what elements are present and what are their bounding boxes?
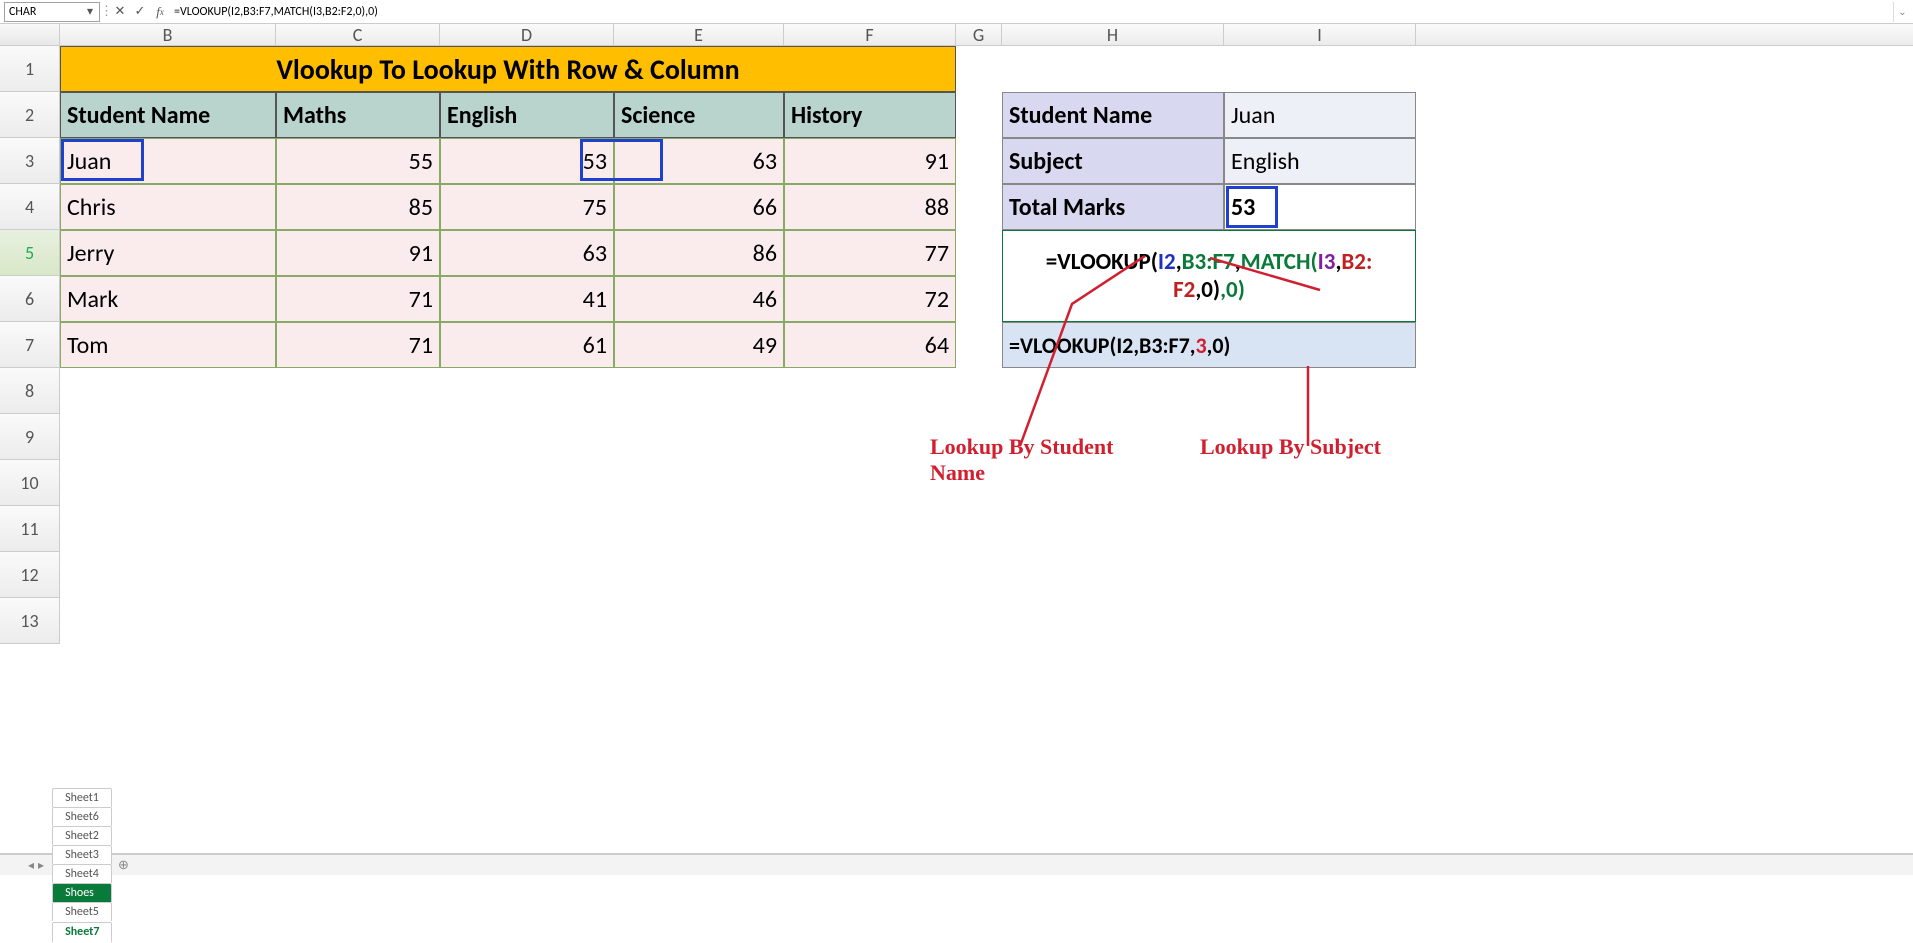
sheet-tab-sheet1[interactable]: Sheet1 xyxy=(52,788,112,807)
table-title[interactable]: Vlookup To Lookup With Row & Column xyxy=(60,46,956,92)
col-header-maths[interactable]: Maths xyxy=(276,92,440,138)
lookup-subject-label[interactable]: Subject xyxy=(1002,138,1224,184)
col-header-I[interactable]: I xyxy=(1224,24,1416,46)
annotation-lookup-subject: Lookup By Subject xyxy=(1200,434,1381,460)
sheet-tab-sheet4[interactable]: Sheet4 xyxy=(52,864,112,883)
fx-icon[interactable]: fx xyxy=(150,2,170,22)
row-header-6[interactable]: 6 xyxy=(0,276,60,322)
column-headers: BCDEFGHI xyxy=(0,24,1913,46)
table-cell[interactable]: 46 xyxy=(614,276,784,322)
col-header-science[interactable]: Science xyxy=(614,92,784,138)
table-cell[interactable]: 88 xyxy=(784,184,956,230)
table-cell[interactable]: Jerry xyxy=(60,230,276,276)
name-box-text: CHAR xyxy=(9,5,36,19)
row-header-2[interactable]: 2 xyxy=(0,92,60,138)
sheet-tab-sheet5[interactable]: Sheet5 xyxy=(52,902,112,921)
separator: ⋮ xyxy=(100,4,110,19)
row-header-3[interactable]: 3 xyxy=(0,138,60,184)
lookup-student-value[interactable]: Juan xyxy=(1224,92,1416,138)
formula-display-1[interactable]: =VLOOKUP(I2,B3:F7,MATCH(I3,B2: F2,0),0) xyxy=(1002,230,1416,322)
sheet-tab-sheet3[interactable]: Sheet3 xyxy=(52,845,112,864)
table-cell[interactable]: 49 xyxy=(614,322,784,368)
table-cell[interactable]: 71 xyxy=(276,276,440,322)
row-header-10[interactable]: 10 xyxy=(0,460,60,506)
table-cell[interactable]: 66 xyxy=(614,184,784,230)
row-header-9[interactable]: 9 xyxy=(0,414,60,460)
table-cell[interactable]: 63 xyxy=(614,138,784,184)
confirm-icon[interactable]: ✓ xyxy=(130,2,150,22)
dropdown-icon[interactable]: ▾ xyxy=(83,5,97,19)
cancel-icon[interactable]: ✕ xyxy=(110,2,130,22)
name-box[interactable]: CHAR ▾ xyxy=(4,2,100,22)
table-cell[interactable]: 86 xyxy=(614,230,784,276)
table-cell[interactable]: 61 xyxy=(440,322,614,368)
row-header-7[interactable]: 7 xyxy=(0,322,60,368)
table-cell[interactable]: 64 xyxy=(784,322,956,368)
table-cell[interactable]: Mark xyxy=(60,276,276,322)
table-cell[interactable]: 63 xyxy=(440,230,614,276)
add-sheet-icon[interactable]: ⊕ xyxy=(113,858,133,873)
sheet-tab-sheet2[interactable]: Sheet2 xyxy=(52,826,112,845)
spreadsheet-grid: BCDEFGHI 12345678910111213 Vlookup To Lo… xyxy=(0,24,1913,854)
formula-2-text: =VLOOKUP(I2,B3:F7,3,0) xyxy=(1009,332,1230,359)
table-cell[interactable]: Tom xyxy=(60,322,276,368)
table-cell[interactable]: 41 xyxy=(440,276,614,322)
col-header-B[interactable]: B xyxy=(60,24,276,46)
table-cell[interactable]: Chris xyxy=(60,184,276,230)
formula-colored-text: =VLOOKUP(I2,B3:F7,MATCH(I3,B2: xyxy=(1046,248,1373,276)
sheet-tab-sheet7[interactable]: Sheet7 xyxy=(52,922,112,943)
tab-nav: ◂ ▸ xyxy=(20,858,52,873)
sheet-tab-shoes[interactable]: Shoes xyxy=(52,883,112,902)
table-cell[interactable]: Juan xyxy=(60,138,276,184)
row-header-5[interactable]: 5 xyxy=(0,230,60,276)
table-cell[interactable]: 75 xyxy=(440,184,614,230)
col-header-english[interactable]: English xyxy=(440,92,614,138)
formula-colored-text-2: F2,0),0) xyxy=(1173,276,1245,304)
col-header-C[interactable]: C xyxy=(276,24,440,46)
formula-display-2[interactable]: =VLOOKUP(I2,B3:F7,3,0) xyxy=(1002,322,1416,368)
table-cell[interactable]: 71 xyxy=(276,322,440,368)
annotation-lookup-student: Lookup By Student Name xyxy=(930,434,1130,486)
col-header-blank[interactable] xyxy=(1416,24,1913,46)
table-cell[interactable]: 55 xyxy=(276,138,440,184)
row-header-12[interactable]: 12 xyxy=(0,552,60,598)
table-cell[interactable]: 53 xyxy=(440,138,614,184)
expand-formula-bar-icon[interactable]: ⌄ xyxy=(1893,2,1911,22)
col-header-F[interactable]: F xyxy=(784,24,956,46)
sheet-tab-bar: ◂ ▸ Sheet1Sheet6Sheet2Sheet3Sheet4ShoesS… xyxy=(0,854,1913,875)
col-header-D[interactable]: D xyxy=(440,24,614,46)
lookup-subject-value[interactable]: English xyxy=(1224,138,1416,184)
row-header-4[interactable]: 4 xyxy=(0,184,60,230)
lookup-marks-label[interactable]: Total Marks xyxy=(1002,184,1224,230)
sheet-tab-sheet6[interactable]: Sheet6 xyxy=(52,807,112,826)
table-cell[interactable]: 72 xyxy=(784,276,956,322)
col-header-student[interactable]: Student Name xyxy=(60,92,276,138)
col-header-E[interactable]: E xyxy=(614,24,784,46)
table-cell[interactable]: 91 xyxy=(276,230,440,276)
row-header-1[interactable]: 1 xyxy=(0,46,60,92)
row-header-13[interactable]: 13 xyxy=(0,598,60,644)
row-header-11[interactable]: 11 xyxy=(0,506,60,552)
row-headers: 12345678910111213 xyxy=(0,46,60,644)
col-header-G[interactable]: G xyxy=(956,24,1002,46)
table-cell[interactable]: 91 xyxy=(784,138,956,184)
row-header-8[interactable]: 8 xyxy=(0,368,60,414)
lookup-student-label[interactable]: Student Name xyxy=(1002,92,1224,138)
col-header-H[interactable]: H xyxy=(1002,24,1224,46)
formula-input[interactable] xyxy=(170,2,1893,22)
tab-prev-icon[interactable]: ◂ xyxy=(28,858,34,873)
table-cell[interactable]: 85 xyxy=(276,184,440,230)
lookup-marks-value[interactable]: 53 xyxy=(1224,184,1416,230)
col-header-history[interactable]: History xyxy=(784,92,956,138)
tab-next-icon[interactable]: ▸ xyxy=(38,858,44,873)
select-all-corner[interactable] xyxy=(0,24,60,46)
formula-bar: CHAR ▾ ⋮ ✕ ✓ fx ⌄ xyxy=(0,0,1913,24)
table-cell[interactable]: 77 xyxy=(784,230,956,276)
